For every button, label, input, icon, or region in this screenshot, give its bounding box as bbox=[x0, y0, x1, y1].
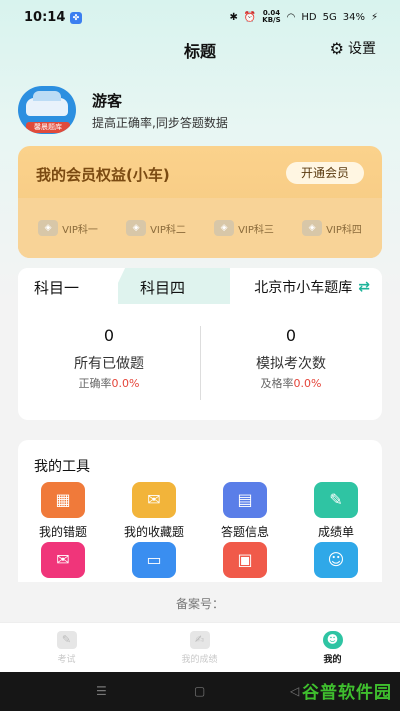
vip-item-3[interactable]: ◈ VIP科三 bbox=[214, 220, 274, 236]
vip-benefits: ◈ VIP科一 ◈ VIP科二 ◈ VIP科三 ◈ VIP科四 bbox=[18, 198, 382, 258]
vip-card: 我的会员权益(小车) 开通会员 ◈ VIP科一 ◈ VIP科二 ◈ VIP科三 … bbox=[18, 146, 382, 258]
stat-rate: 及格率0.0% bbox=[200, 375, 382, 391]
vip-item-label: VIP科三 bbox=[238, 224, 274, 236]
network-speed: 0.04 KB/S bbox=[262, 10, 280, 24]
tools-title: 我的工具 bbox=[34, 459, 90, 475]
chat-icon: ▭ bbox=[132, 542, 176, 578]
tool-customer-service[interactable]: ☺ bbox=[291, 542, 381, 578]
app-notification-icon: ✤ bbox=[70, 12, 82, 24]
tool-profile-card[interactable]: ▣ bbox=[200, 542, 290, 578]
charging-icon: ⚡ bbox=[370, 11, 378, 23]
signal-icon: 5G bbox=[322, 11, 337, 23]
vip-item-label: VIP科一 bbox=[62, 224, 98, 236]
header: 标题 ⚙ 设置 bbox=[0, 34, 400, 64]
tool-label: 我的收藏题 bbox=[123, 525, 184, 539]
network-type: HD bbox=[301, 11, 317, 23]
rate-value: 0.0% bbox=[111, 377, 140, 390]
tab-label: 我的 bbox=[323, 655, 342, 665]
user-description: 提高正确率,同步答题数据 bbox=[92, 116, 228, 130]
message-icon: ✉ bbox=[41, 542, 85, 578]
scores-icon: ✍ bbox=[189, 631, 210, 649]
settings-button[interactable]: ⚙ 设置 bbox=[330, 38, 376, 58]
question-bank-label: 北京市小车题库 bbox=[254, 280, 353, 296]
vip-item-4[interactable]: ◈ VIP科四 bbox=[302, 220, 362, 236]
customer-service-icon: ☺ bbox=[314, 542, 358, 578]
open-membership-button[interactable]: 开通会员 bbox=[286, 162, 364, 184]
bottom-tabbar: ✎ 考试 ✍ 我的成绩 ☻ 我的 bbox=[0, 622, 400, 672]
status-indicators: ✱ ⏰ 0.04 KB/S ◠ HD 5G 34% ⚡ bbox=[229, 10, 378, 24]
menu-nav-icon[interactable]: ☰ bbox=[96, 684, 107, 698]
transcript-icon: ✎ bbox=[314, 482, 358, 518]
swap-icon: ⇄ bbox=[358, 279, 370, 295]
battery-level: 34% bbox=[342, 11, 365, 23]
vip-badge-icon: ◈ bbox=[302, 220, 323, 236]
tool-chat[interactable]: ▭ bbox=[109, 542, 199, 578]
system-navbar: ☰ ▢ ◁ 谷普软件园 bbox=[0, 672, 400, 711]
rate-value: 0.0% bbox=[293, 377, 322, 390]
vip-item-1[interactable]: ◈ VIP科一 bbox=[38, 220, 98, 236]
vip-title: 我的会员权益(小车) bbox=[36, 166, 170, 184]
user-profile[interactable]: 馨晨题库 游客 提高正确率,同步答题数据 bbox=[18, 86, 378, 136]
answer-info-icon: ▤ bbox=[223, 482, 267, 518]
vip-badge-icon: ◈ bbox=[214, 220, 235, 236]
rate-label: 正确率 bbox=[78, 377, 112, 390]
favorites-icon: ✉ bbox=[132, 482, 176, 518]
stat-label: 所有已做题 bbox=[74, 356, 144, 372]
tool-label: 我的错题 bbox=[38, 525, 87, 539]
tab-subject-one[interactable]: 科目一 bbox=[18, 268, 118, 304]
tool-label: 答题信息 bbox=[220, 525, 269, 539]
stat-mock-exams[interactable]: 0 模拟考次数 及格率0.0% bbox=[200, 326, 382, 391]
stat-rate: 正确率0.0% bbox=[18, 375, 200, 391]
tab-label: 考试 bbox=[57, 655, 76, 665]
beian-text: 备案号： bbox=[175, 597, 224, 611]
stat-done-questions[interactable]: 0 所有已做题 正确率0.0% bbox=[18, 326, 200, 391]
back-nav-icon[interactable]: ◁ bbox=[290, 684, 299, 698]
home-nav-icon[interactable]: ▢ bbox=[194, 684, 205, 698]
profile-card-icon: ▣ bbox=[223, 542, 267, 578]
tab-exam[interactable]: ✎ 考试 bbox=[0, 631, 133, 665]
vip-item-label: VIP科二 bbox=[150, 224, 186, 236]
user-name: 游客 bbox=[92, 92, 123, 110]
stat-value: 0 bbox=[103, 326, 115, 345]
wifi-icon: ◠ bbox=[286, 11, 296, 23]
tab-mine[interactable]: ☻ 我的 bbox=[266, 631, 399, 665]
tab-my-scores[interactable]: ✍ 我的成绩 bbox=[133, 631, 266, 665]
vip-badge-icon: ◈ bbox=[126, 220, 147, 236]
tool-answer-info[interactable]: ▤ 答题信息 bbox=[200, 482, 290, 540]
tool-favorites[interactable]: ✉ 我的收藏题 bbox=[109, 482, 199, 540]
mine-icon: ☻ bbox=[322, 631, 343, 649]
subject-card: 科目四 科目一 北京市小车题库 ⇄ 0 所有已做题 正确率0.0% 0 模拟考次… bbox=[18, 268, 382, 420]
pencil-icon: ✎ bbox=[56, 631, 77, 649]
settings-label: 设置 bbox=[348, 41, 376, 57]
tool-wrong-questions[interactable]: ▦ 我的错题 bbox=[18, 482, 108, 540]
tools-card: 我的工具 ▦ 我的错题 ✉ 我的收藏题 ▤ 答题信息 ✎ 成绩单 ✉ ▭ ▣ ☺ bbox=[18, 440, 382, 582]
speed-unit: KB/S bbox=[262, 16, 281, 24]
tab-subject-four[interactable]: 科目四 bbox=[108, 268, 230, 304]
tab-label: 我的成绩 bbox=[181, 655, 218, 665]
avatar[interactable]: 馨晨题库 bbox=[18, 86, 76, 134]
gear-icon: ⚙ bbox=[329, 38, 344, 58]
tool-label: 成绩单 bbox=[317, 525, 354, 539]
stats: 0 所有已做题 正确率0.0% 0 模拟考次数 及格率0.0% bbox=[18, 326, 382, 406]
rate-label: 及格率 bbox=[260, 377, 294, 390]
tool-message[interactable]: ✉ bbox=[18, 542, 108, 578]
car-icon bbox=[26, 91, 68, 116]
subject-tabs: 科目四 科目一 北京市小车题库 ⇄ bbox=[18, 268, 382, 304]
vip-badge-icon: ◈ bbox=[38, 220, 59, 236]
avatar-tag: 馨晨题库 bbox=[26, 122, 70, 133]
alarm-icon: ⏰ bbox=[243, 11, 257, 23]
status-time: 10:14 bbox=[24, 10, 66, 25]
tool-transcript[interactable]: ✎ 成绩单 bbox=[291, 482, 381, 540]
stat-label: 模拟考次数 bbox=[256, 356, 326, 372]
vip-item-2[interactable]: ◈ VIP科二 bbox=[126, 220, 186, 236]
question-bank-switch[interactable]: 北京市小车题库 ⇄ bbox=[254, 277, 370, 297]
watermark: 谷普软件园 bbox=[302, 683, 392, 703]
wrong-questions-icon: ▦ bbox=[41, 482, 85, 518]
vip-item-label: VIP科四 bbox=[326, 224, 362, 236]
stat-value: 0 bbox=[285, 326, 297, 345]
status-bar: 10:14 ✤ ✱ ⏰ 0.04 KB/S ◠ HD 5G 34% ⚡ bbox=[0, 0, 400, 34]
bluetooth-icon: ✱ bbox=[229, 11, 238, 23]
